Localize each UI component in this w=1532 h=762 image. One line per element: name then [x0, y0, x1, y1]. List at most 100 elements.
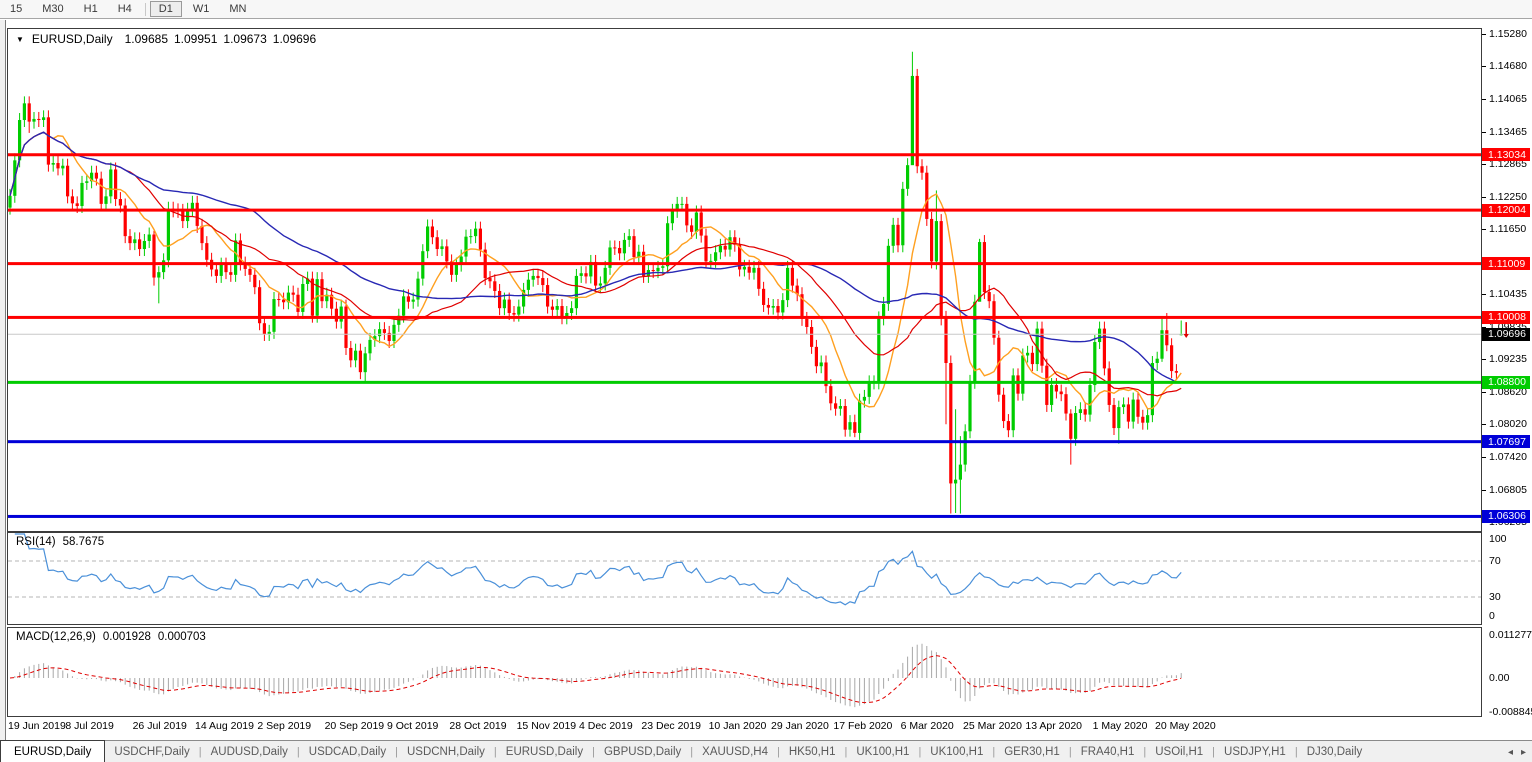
date-axis-label: 6 Mar 2020	[901, 720, 954, 732]
mt4-chart-window: 15M30H1H4 D1W1MN ▼ EURUSD,Daily 1.09685 1…	[0, 0, 1532, 762]
chart-tab-eurusd-daily[interactable]: EURUSD,Daily	[497, 741, 592, 762]
quote-high: 1.09951	[174, 32, 217, 46]
quote-open: 1.09685	[125, 32, 168, 46]
chart-tab-xauusd-h4[interactable]: XAUUSD,H4	[693, 741, 777, 762]
chart-tab-hk50-h1[interactable]: HK50,H1	[780, 741, 845, 762]
toolbar-separator	[145, 3, 146, 16]
date-axis-label: 15 Nov 2019	[517, 720, 577, 732]
timeframe-button-W1[interactable]: W1	[184, 1, 219, 17]
price-tick-label: 1.14065	[1489, 93, 1527, 105]
hline-price-badge: 1.08800	[1482, 376, 1530, 389]
price-tick-mark	[1482, 490, 1486, 491]
timeframe-button-M30[interactable]: M30	[33, 1, 72, 17]
symbol-period-label: EURUSD,Daily	[32, 32, 113, 46]
chart-tab-dj30-daily[interactable]: DJ30,Daily	[1298, 741, 1372, 762]
rsi-axis-label: 70	[1489, 555, 1501, 567]
horizontal-level-line[interactable]	[8, 515, 1481, 518]
price-tick-mark	[1482, 457, 1486, 458]
timeframe-button-MN[interactable]: MN	[220, 1, 255, 17]
quote-low: 1.09673	[223, 32, 266, 46]
chart-tab-uk100-h1[interactable]: UK100,H1	[921, 741, 992, 762]
timeframe-button-15[interactable]: 15	[1, 1, 31, 17]
timeframe-button-H1[interactable]: H1	[75, 1, 107, 17]
tab-scroll-arrows: ◂ ▸	[1508, 741, 1526, 762]
date-axis-label: 25 Mar 2020	[963, 720, 1022, 732]
price-tick-mark	[1482, 66, 1486, 67]
date-axis-label: 23 Dec 2019	[641, 720, 701, 732]
dropdown-triangle-icon[interactable]: ▼	[16, 35, 24, 44]
date-axis-label: 13 Apr 2020	[1025, 720, 1082, 732]
price-tick-mark	[1482, 424, 1486, 425]
hline-price-badge: 1.12004	[1482, 204, 1530, 217]
rsi-line	[15, 534, 1181, 605]
price-tick-mark	[1482, 132, 1486, 133]
horizontal-level-line[interactable]	[8, 209, 1481, 212]
horizontal-level-line[interactable]	[8, 316, 1481, 319]
timeframe-button-D1[interactable]: D1	[150, 1, 182, 17]
date-axis-label: 8 Jul 2019	[65, 720, 113, 732]
chart-tab-usdcad-daily[interactable]: USDCAD,Daily	[300, 741, 395, 762]
hline-price-badge: 1.11009	[1482, 257, 1530, 270]
horizontal-level-line[interactable]	[8, 440, 1481, 443]
price-tick-label: 1.09235	[1489, 353, 1527, 365]
chart-tab-eurusd-daily[interactable]: EURUSD,Daily	[0, 740, 105, 762]
sell-arrow-marker[interactable]	[1184, 322, 1189, 338]
price-tick-label: 1.14680	[1489, 60, 1527, 72]
chart-tab-usdjpy-h1[interactable]: USDJPY,H1	[1215, 741, 1295, 762]
date-axis-label: 10 Jan 2020	[709, 720, 767, 732]
rsi-panel[interactable]: RSI(14) 58.7675	[7, 532, 1482, 625]
hline-price-badge: 1.10008	[1482, 311, 1530, 324]
date-axis-label: 1 May 2020	[1093, 720, 1148, 732]
tab-scroll-left-icon[interactable]: ◂	[1508, 747, 1513, 758]
macd-signal-value: 0.000703	[158, 631, 206, 643]
macd-axis-label: 0.00	[1489, 672, 1509, 684]
horizontal-level-line[interactable]	[8, 381, 1481, 384]
price-tick-mark	[1482, 359, 1486, 360]
rsi-axis-label: 100	[1489, 533, 1507, 545]
macd-signal-line	[10, 656, 1181, 703]
timeframe-button-H4[interactable]: H4	[109, 1, 141, 17]
price-tick-label: 1.10435	[1489, 288, 1527, 300]
chart-tab-usdcnh-daily[interactable]: USDCNH,Daily	[398, 741, 494, 762]
chart-tab-usoil-h1[interactable]: USOil,H1	[1146, 741, 1212, 762]
chart-tab-ger30-h1[interactable]: GER30,H1	[995, 741, 1069, 762]
horizontal-level-line[interactable]	[8, 153, 1481, 156]
main-chart-panel[interactable]: ▼ EURUSD,Daily 1.09685 1.09951 1.09673 1…	[7, 28, 1482, 532]
rsi-name: RSI(14)	[16, 536, 56, 548]
macd-name: MACD(12,26,9)	[16, 631, 96, 643]
horizontal-level-line[interactable]	[8, 262, 1481, 265]
hline-price-badge: 1.13034	[1482, 148, 1530, 161]
chart-tab-uk100-h1[interactable]: UK100,H1	[847, 741, 918, 762]
chart-tab-fra40-h1[interactable]: FRA40,H1	[1072, 741, 1144, 762]
rsi-value: 58.7675	[63, 536, 105, 548]
chart-tab-audusd-daily[interactable]: AUDUSD,Daily	[202, 741, 297, 762]
rsi-canvas[interactable]	[8, 533, 1481, 624]
hline-price-badge: 1.06306	[1482, 510, 1530, 523]
date-axis-label: 26 Jul 2019	[133, 720, 187, 732]
date-axis-label: 9 Oct 2019	[387, 720, 438, 732]
tab-scroll-right-icon[interactable]: ▸	[1521, 747, 1526, 758]
rsi-label: RSI(14) 58.7675	[16, 536, 104, 548]
price-tick-label: 1.08020	[1489, 418, 1527, 430]
window-left-frame	[0, 20, 6, 740]
price-chart-canvas[interactable]	[8, 29, 1481, 531]
macd-panel[interactable]: MACD(12,26,9) 0.001928 0.000703	[7, 627, 1482, 717]
macd-canvas[interactable]	[8, 628, 1481, 716]
date-axis-label: 29 Jan 2020	[771, 720, 829, 732]
chart-tab-gbpusd-daily[interactable]: GBPUSD,Daily	[595, 741, 690, 762]
macd-axis-label: 0.011277	[1489, 629, 1532, 641]
price-tick-label: 1.12250	[1489, 191, 1527, 203]
price-tick-mark	[1482, 99, 1486, 100]
chart-tab-usdchf-daily[interactable]: USDCHF,Daily	[105, 741, 198, 762]
date-axis-label: 20 May 2020	[1155, 720, 1216, 732]
price-axis[interactable]: 1.152801.146801.140651.134651.128651.122…	[1482, 20, 1532, 740]
price-tick-mark	[1482, 229, 1486, 230]
macd-main-value: 0.001928	[103, 631, 151, 643]
price-tick-label: 1.06805	[1489, 484, 1527, 496]
rsi-axis-label: 0	[1489, 610, 1495, 622]
price-tick-label: 1.13465	[1489, 126, 1527, 138]
date-axis[interactable]: 19 Jun 20198 Jul 201926 Jul 201914 Aug 2…	[7, 717, 1482, 739]
chart-symbol-title: ▼ EURUSD,Daily 1.09685 1.09951 1.09673 1…	[16, 32, 316, 46]
date-axis-label: 4 Dec 2019	[579, 720, 633, 732]
date-axis-label: 2 Sep 2019	[257, 720, 311, 732]
